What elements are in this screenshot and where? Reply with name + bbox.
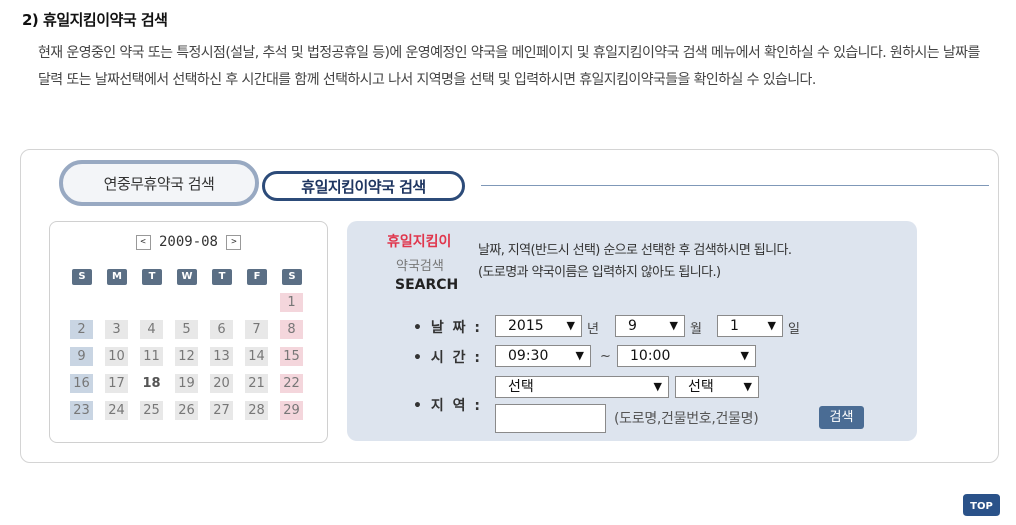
chevron-down-icon: ▼	[767, 319, 776, 332]
region-select-1[interactable]: 선택 ▼	[495, 376, 669, 398]
calendar-day[interactable]: 17	[105, 374, 128, 393]
search-form: 휴일지킴이 약국검색 SEARCH 날짜, 지역(반드시 선택) 순으로 선택한…	[347, 221, 917, 441]
weekday-header: T	[142, 269, 162, 285]
calendar-day[interactable]: 14	[245, 347, 268, 366]
month-value: 9	[628, 318, 637, 334]
calendar-day[interactable]: 7	[245, 320, 268, 339]
chevron-down-icon: ▼	[743, 380, 752, 393]
chevron-down-icon: ▼	[669, 319, 678, 332]
tab-yearround-pharmacy[interactable]: 연중무휴약국 검색	[59, 160, 259, 206]
logo-line2: 약국검색	[396, 259, 444, 274]
chevron-down-icon: ▼	[566, 319, 575, 332]
time-from-select[interactable]: 09:30 ▼	[495, 345, 591, 367]
calendar-day[interactable]: 4	[140, 320, 163, 339]
region-label: • 지 역 :	[413, 398, 482, 414]
section-title: 2) 휴일지킴이약국 검색	[22, 11, 168, 29]
time-to-value: 10:00	[630, 348, 671, 364]
calendar-nav: < 2009-08 >	[50, 234, 327, 250]
description-text: 현재 운영중인 약국 또는 특정시점(설날, 추석 및 법정공휴일 등)에 운영…	[38, 45, 980, 88]
weekday-header: F	[247, 269, 267, 285]
search-hint: 날짜, 지역(반드시 선택) 순으로 선택한 후 검색하시면 됩니다. (도로명…	[478, 240, 792, 284]
year-select[interactable]: 2015 ▼	[495, 315, 582, 337]
calendar-day[interactable]: 24	[105, 401, 128, 420]
month-select[interactable]: 9 ▼	[615, 315, 685, 337]
chevron-down-icon: ▼	[740, 349, 749, 362]
calendar-day[interactable]: 11	[140, 347, 163, 366]
tab-divider	[481, 185, 989, 186]
calendar-day[interactable]: 6	[210, 320, 233, 339]
hint-line2: (도로명과 약국이름은 입력하지 않아도 됩니다.)	[478, 265, 721, 280]
calendar-day[interactable]: 18	[140, 374, 163, 393]
calendar-month: 2009-08	[158, 234, 218, 250]
calendar-day[interactable]: 2	[70, 320, 93, 339]
logo-line3: SEARCH	[395, 277, 459, 293]
region-select-2[interactable]: 선택 ▼	[675, 376, 759, 398]
calendar-day[interactable]: 3	[105, 320, 128, 339]
calendar-day[interactable]: 5	[175, 320, 198, 339]
region2-value: 선택	[688, 379, 714, 395]
calendar-day[interactable]: 15	[280, 347, 303, 366]
hint-line1: 날짜, 지역(반드시 선택) 순으로 선택한 후 검색하시면 됩니다.	[478, 243, 792, 258]
calendar-day[interactable]: 12	[175, 347, 198, 366]
day-value: 1	[730, 318, 739, 334]
calendar: < 2009-08 > S M T W T F S 1 2 3 4 5 6 7 8 9 10 11 12 13 14 15…	[49, 221, 328, 443]
logo-line1: 휴일지킴이	[387, 234, 452, 250]
calendar-day[interactable]: 10	[105, 347, 128, 366]
calendar-day[interactable]: 26	[175, 401, 198, 420]
calendar-day[interactable]: 1	[280, 293, 303, 312]
weekday-header: M	[107, 269, 127, 285]
time-to-select[interactable]: 10:00 ▼	[617, 345, 756, 367]
calendar-day[interactable]: 9	[70, 347, 93, 366]
top-button-label: TOP	[970, 501, 993, 512]
calendar-day[interactable]: 28	[245, 401, 268, 420]
time-label: • 시 간 :	[413, 350, 482, 366]
date-label: • 날 짜 :	[413, 320, 482, 336]
day-unit: 일	[788, 322, 800, 337]
calendar-day[interactable]: 13	[210, 347, 233, 366]
chevron-down-icon: ▼	[653, 380, 662, 393]
search-panel: 연중무휴약국 검색 휴일지킴이약국 검색 < 2009-08 > SMTWTFS…	[20, 149, 999, 463]
calendar-day[interactable]: 23	[70, 401, 93, 420]
time-from-value: 09:30	[508, 348, 549, 364]
calendar-day[interactable]: 20	[210, 374, 233, 393]
weekday-header: S	[72, 269, 92, 285]
tab-holiday-pharmacy[interactable]: 휴일지킴이약국 검색	[262, 171, 465, 201]
top-button[interactable]: TOP	[963, 494, 1000, 516]
region1-value: 선택	[508, 379, 534, 395]
address-input-note: (도로명,건물번호,건물명)	[614, 411, 759, 427]
month-unit: 월	[690, 322, 702, 337]
weekday-header: S	[282, 269, 302, 285]
next-month-button[interactable]: >	[226, 234, 242, 250]
calendar-day[interactable]: 25	[140, 401, 163, 420]
chevron-down-icon: ▼	[575, 349, 584, 362]
calendar-day[interactable]: 16	[70, 374, 93, 393]
year-unit: 년	[587, 322, 599, 337]
search-button[interactable]: 검색	[819, 406, 864, 429]
year-value: 2015	[508, 318, 544, 334]
day-select[interactable]: 1 ▼	[717, 315, 783, 337]
calendar-day[interactable]: 22	[280, 374, 303, 393]
weekday-header: W	[177, 269, 197, 285]
prev-month-button[interactable]: <	[135, 234, 151, 250]
calendar-day[interactable]: 19	[175, 374, 198, 393]
calendar-day[interactable]: 27	[210, 401, 233, 420]
calendar-day[interactable]: 8	[280, 320, 303, 339]
calendar-day[interactable]: 21	[245, 374, 268, 393]
weekday-header: T	[212, 269, 232, 285]
calendar-day[interactable]: 29	[280, 401, 303, 420]
address-input[interactable]	[495, 404, 606, 433]
time-separator: ~	[600, 349, 611, 364]
